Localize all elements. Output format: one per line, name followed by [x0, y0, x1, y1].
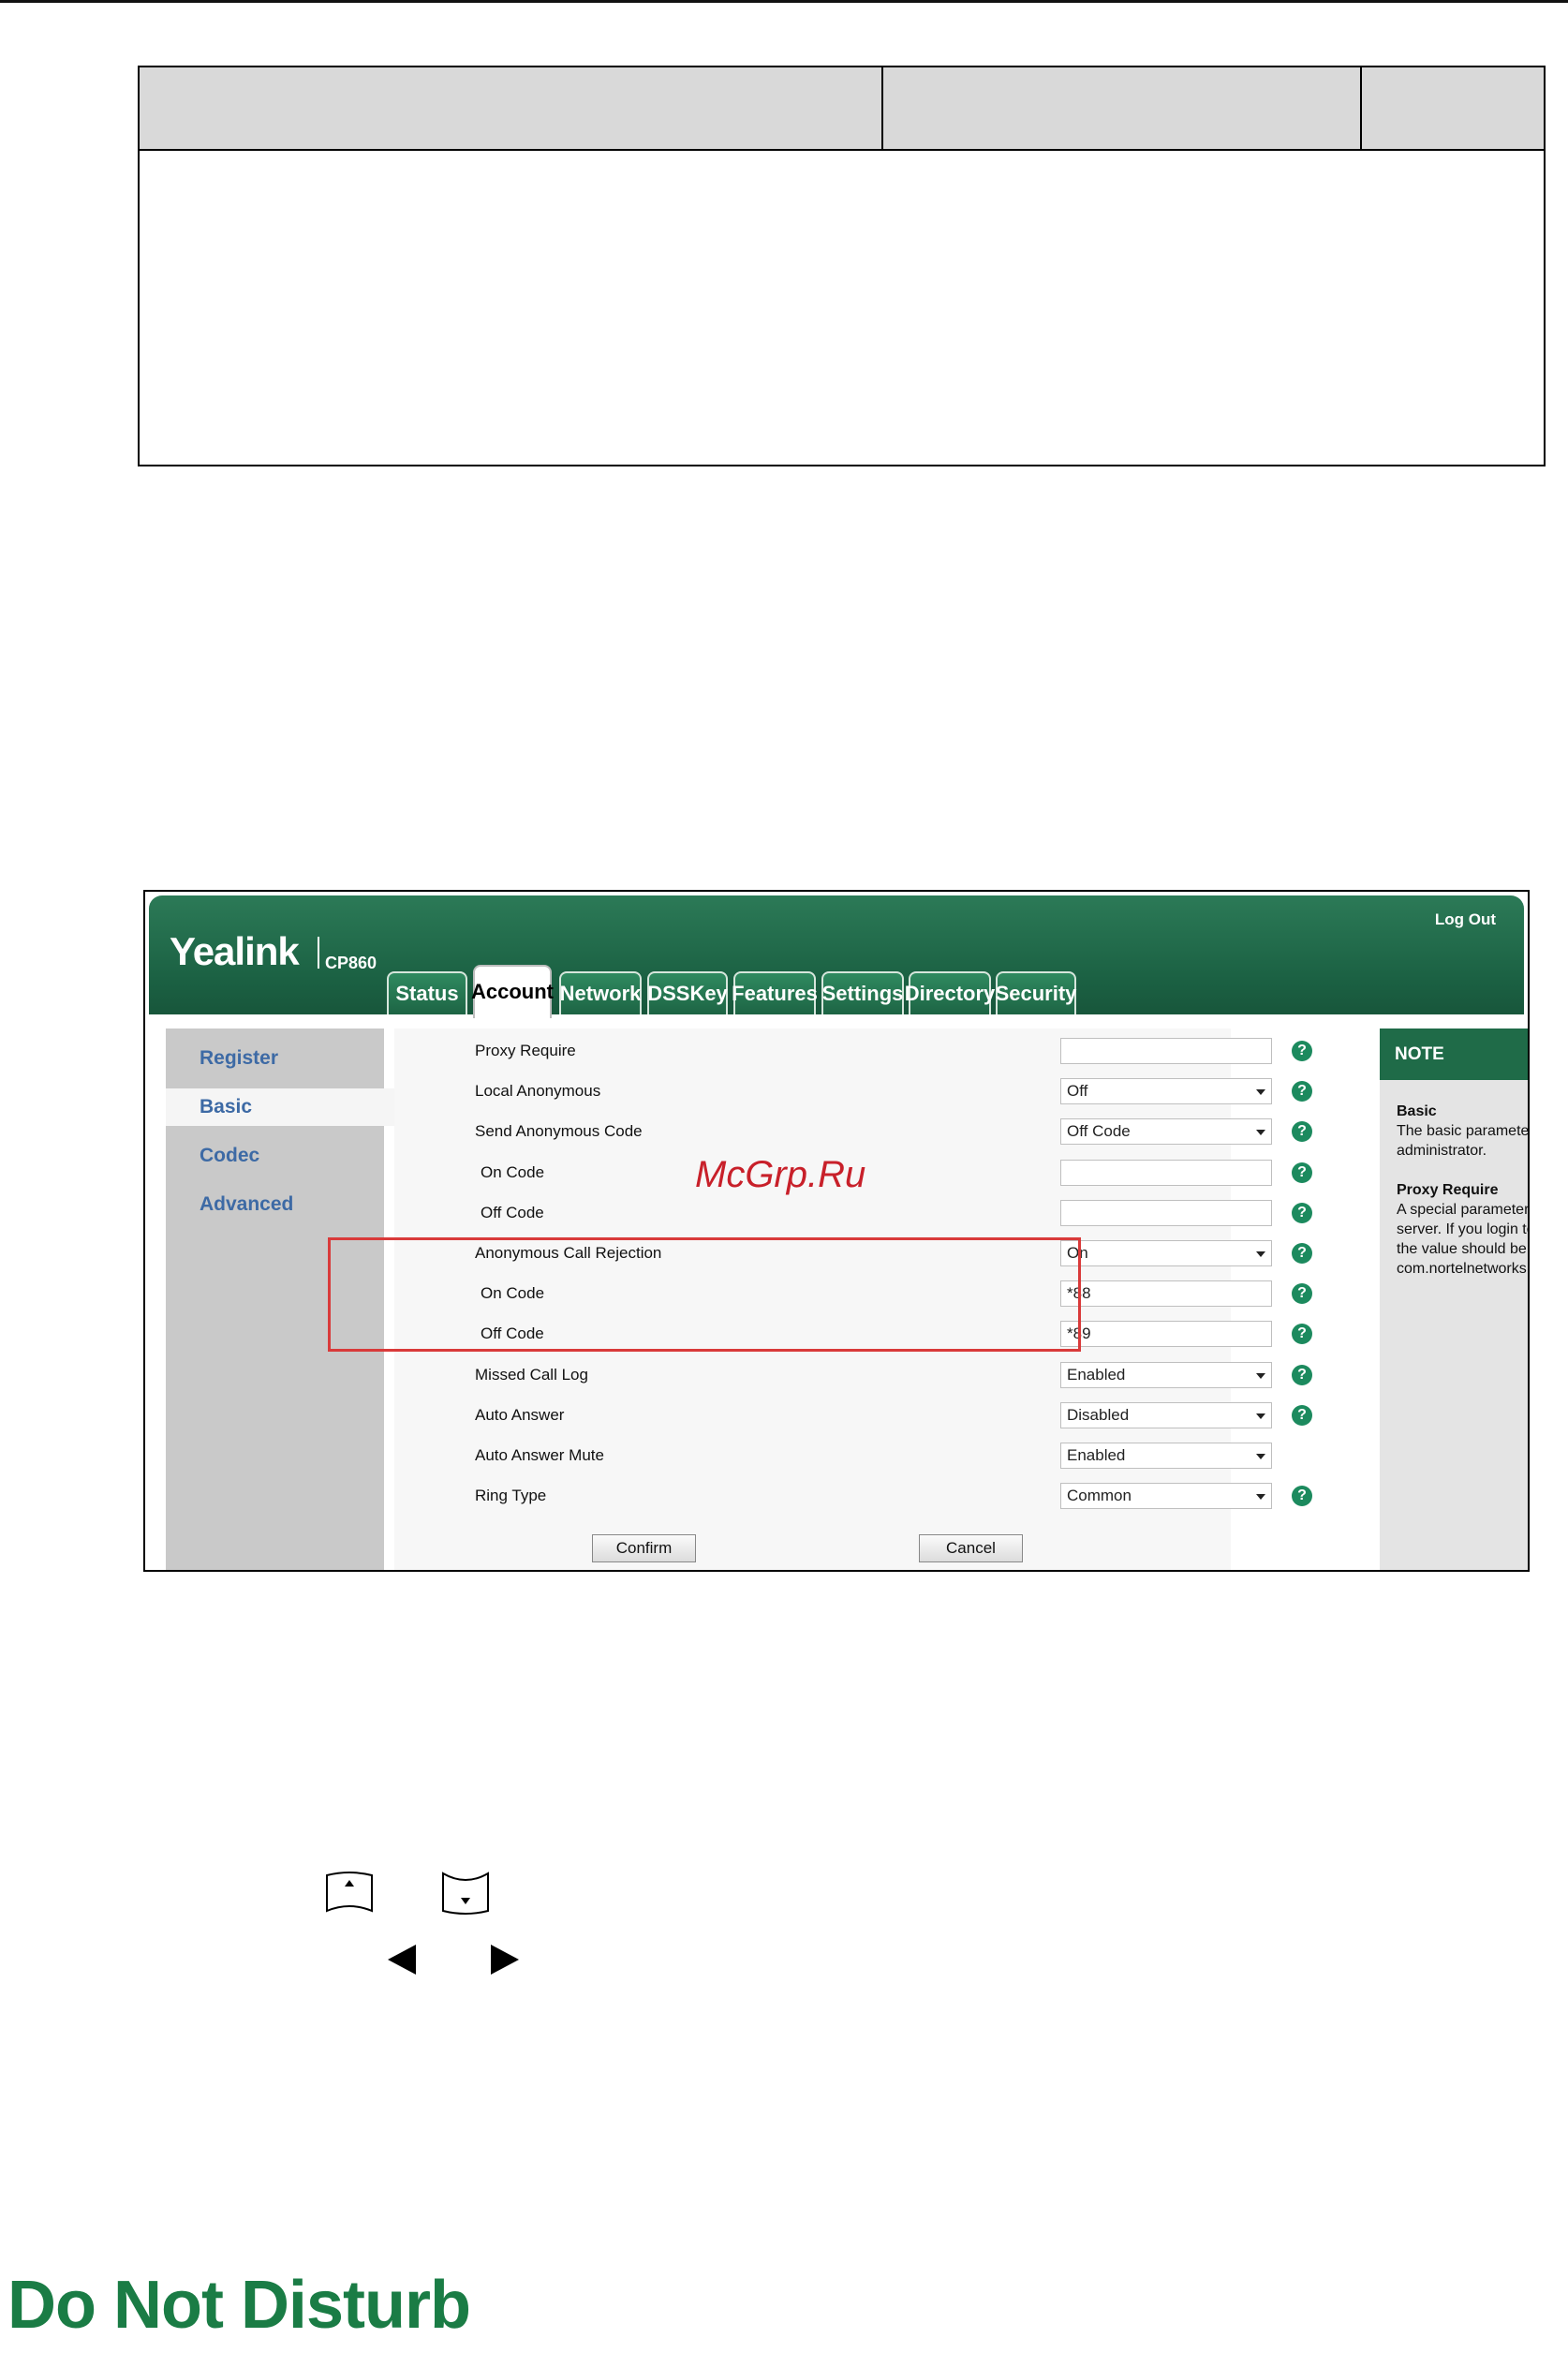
help-icon[interactable]: ?	[1292, 1162, 1312, 1183]
sidebar-item-advanced[interactable]: Advanced	[166, 1186, 384, 1223]
field-value: Off Code	[1067, 1122, 1131, 1141]
sidebar-item-register[interactable]: Register	[166, 1040, 384, 1077]
label-auto-answer-mute: Auto Answer Mute	[475, 1446, 604, 1464]
label-on-code: On Code	[481, 1162, 545, 1181]
select-send-anonymous-code[interactable]: Off Code	[1060, 1118, 1272, 1146]
left-arrow-icon	[388, 1945, 416, 1975]
note-proxy-text: A special parameter just for Nortel serv…	[1397, 1202, 1530, 1277]
help-icon[interactable]: ?	[1292, 1041, 1312, 1061]
label-ring-type: Ring Type	[475, 1487, 547, 1505]
tab-security[interactable]: Security	[996, 971, 1076, 1014]
input-on-code[interactable]	[1060, 1159, 1272, 1186]
column-divider	[1360, 67, 1362, 149]
note-panel: NOTE Basic The basic parameters for admi…	[1380, 1029, 1530, 1570]
parameter-table-header	[140, 67, 1544, 151]
help-icon[interactable]: ?	[1292, 1121, 1312, 1143]
chevron-down-icon	[1256, 1130, 1265, 1136]
tab-directory[interactable]: Directory	[905, 971, 995, 1014]
note-proxy-title: Proxy Require	[1397, 1182, 1499, 1198]
field-value: Enabled	[1067, 1446, 1126, 1464]
yealink-logo: Yealink	[170, 929, 300, 973]
label-proxy-require: Proxy Require	[475, 1042, 576, 1059]
logout-link[interactable]: Log Out	[1435, 910, 1496, 929]
label-local-anonymous: Local Anonymous	[475, 1082, 601, 1101]
confirm-button[interactable]: Confirm	[592, 1534, 696, 1562]
model-name: CP860	[325, 954, 377, 972]
select-local-anonymous[interactable]: Off	[1060, 1078, 1272, 1105]
header-banner: Yealink CP860 Log Out Status Account Netwo…	[149, 895, 1524, 1018]
note-basic-text: The basic parameters for administrator.	[1397, 1123, 1530, 1159]
input-proxy-require[interactable]	[1060, 1038, 1272, 1064]
chevron-down-icon	[1256, 1089, 1265, 1096]
help-icon[interactable]: ?	[1292, 1486, 1312, 1507]
label-auto-answer: Auto Answer	[475, 1405, 565, 1424]
input-off-code[interactable]: *89	[1060, 1321, 1272, 1348]
help-icon[interactable]: ?	[1292, 1404, 1312, 1426]
note-title: NOTE	[1380, 1029, 1528, 1080]
select-auto-answer-mute[interactable]: Enabled	[1060, 1443, 1272, 1469]
help-icon[interactable]: ?	[1292, 1202, 1312, 1223]
help-icon[interactable]: ?	[1292, 1364, 1312, 1385]
input-on-code[interactable]: *88	[1060, 1280, 1272, 1308]
input-off-code[interactable]	[1060, 1199, 1272, 1226]
tab-account[interactable]: Account	[471, 965, 554, 1018]
parameter-table	[138, 66, 1546, 466]
down-key-icon	[442, 1872, 489, 1915]
select-ring-type[interactable]: Common	[1060, 1483, 1272, 1510]
label-missed-call-log: Missed Call Log	[475, 1365, 588, 1384]
logo-separator	[318, 937, 319, 969]
sidebar-item-basic[interactable]: Basic	[166, 1088, 398, 1126]
select-missed-call-log[interactable]: Enabled	[1060, 1361, 1272, 1388]
anonymous-rejection-highlight	[328, 1237, 1081, 1352]
field-value: Off	[1067, 1082, 1088, 1101]
cancel-button[interactable]: Cancel	[919, 1534, 1023, 1562]
select-anonymous-call-rejection[interactable]: On	[1060, 1240, 1272, 1266]
section-title: Do Not Disturb	[7, 2268, 471, 2343]
tab-network[interactable]: Network	[559, 971, 642, 1014]
web-ui-screenshot: Yealink CP860 Log Out Status Account Netwo…	[143, 890, 1530, 1572]
help-icon[interactable]: ?	[1292, 1324, 1312, 1345]
watermark: McGrp.Ru	[695, 1154, 866, 1195]
note-basic-title: Basic	[1397, 1103, 1437, 1119]
field-value: Disabled	[1067, 1405, 1130, 1424]
column-divider	[881, 67, 883, 149]
tab-status[interactable]: Status	[387, 971, 467, 1014]
help-icon[interactable]: ?	[1292, 1283, 1312, 1305]
label-send-anonymous-code: Send Anonymous Code	[475, 1122, 643, 1141]
chevron-down-icon	[1256, 1251, 1265, 1257]
chevron-down-icon	[1256, 1413, 1265, 1419]
top-rule	[0, 0, 1568, 3]
tab-dsskey[interactable]: DSSKey	[647, 971, 728, 1014]
up-key-icon	[326, 1872, 373, 1913]
select-auto-answer[interactable]: Disabled	[1060, 1401, 1272, 1428]
note-body: Basic The basic parameters for administr…	[1397, 1102, 1530, 1279]
help-icon[interactable]: ?	[1292, 1243, 1312, 1264]
field-value: Enabled	[1067, 1365, 1126, 1384]
chevron-down-icon	[1256, 1454, 1265, 1459]
right-arrow-icon	[491, 1945, 519, 1975]
label-off-code: Off Code	[481, 1203, 544, 1221]
chevron-down-icon	[1256, 1494, 1265, 1501]
field-value: Common	[1067, 1487, 1132, 1505]
help-icon[interactable]: ?	[1292, 1081, 1312, 1103]
tab-features[interactable]: Features	[732, 971, 818, 1014]
sidebar-item-codec[interactable]: Codec	[166, 1137, 384, 1175]
tab-settings[interactable]: Settings	[821, 971, 904, 1014]
chevron-down-icon	[1256, 1372, 1265, 1379]
